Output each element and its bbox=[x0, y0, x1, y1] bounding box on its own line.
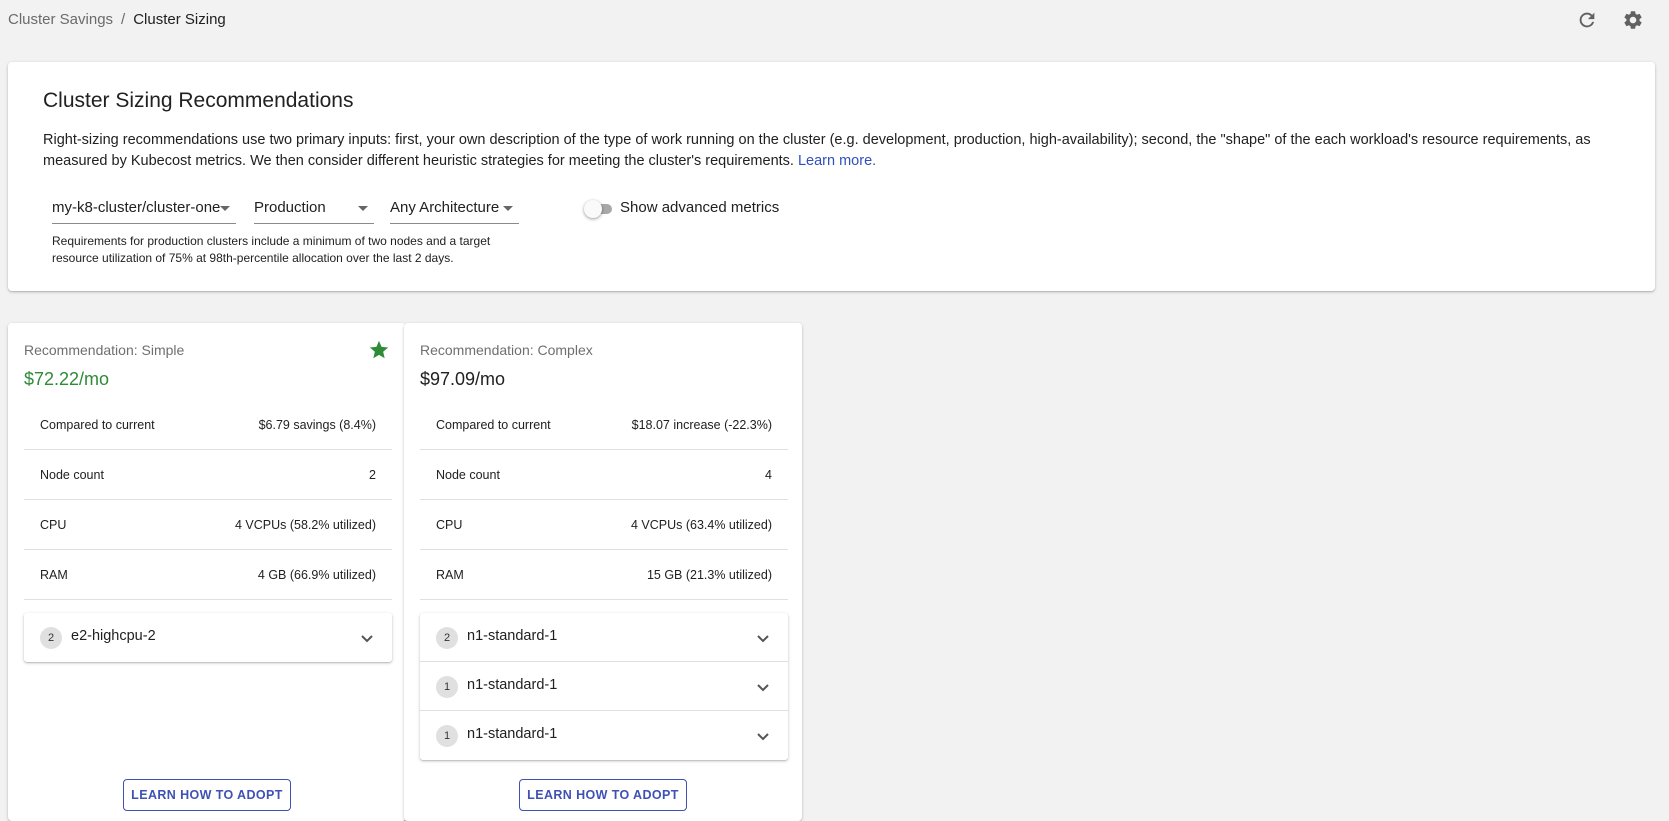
metric-label: CPU bbox=[40, 518, 67, 532]
metric-label: CPU bbox=[436, 518, 463, 532]
node-pool-list: 2 e2-highcpu-2 bbox=[24, 613, 392, 662]
metric-row-cpu: CPU 4 VCPUs (63.4% utilized) bbox=[420, 500, 788, 550]
metric-value: 4 VCPUs (58.2% utilized) bbox=[234, 518, 376, 532]
node-pool-row[interactable]: 1 n1-standard-1 bbox=[420, 711, 788, 760]
architecture-select-value: Any Architecture bbox=[390, 199, 500, 216]
cluster-select[interactable]: my-k8-cluster/cluster-one bbox=[52, 192, 236, 224]
page-title: Cluster Sizing Recommendations bbox=[43, 89, 354, 112]
metric-value: 4 GB (66.9% utilized) bbox=[257, 568, 376, 582]
metric-label: Node count bbox=[436, 468, 500, 482]
metric-value: $18.07 increase (-22.3%) bbox=[631, 418, 772, 432]
recommendation-price: $97.09/mo bbox=[420, 369, 506, 389]
breadcrumb-cluster-savings[interactable]: Cluster Savings bbox=[8, 11, 113, 28]
node-pool-row[interactable]: 1 n1-standard-1 bbox=[420, 662, 788, 711]
metric-value: 4 VCPUs (63.4% utilized) bbox=[630, 518, 772, 532]
learn-how-to-adopt-button[interactable]: LEARN HOW TO ADOPT bbox=[123, 779, 291, 811]
metric-value: 2 bbox=[369, 468, 376, 482]
metric-label: RAM bbox=[40, 568, 68, 582]
chevron-down-icon[interactable] bbox=[754, 727, 772, 745]
metric-label: Node count bbox=[40, 468, 104, 482]
description: Right-sizing recommendations use two pri… bbox=[43, 130, 1633, 172]
recommendation-title: Recommendation: Complex bbox=[420, 342, 593, 358]
metric-row-node-count: Node count 2 bbox=[24, 450, 392, 500]
profile-select[interactable]: Production bbox=[254, 192, 374, 224]
advanced-metrics-toggle[interactable] bbox=[584, 199, 614, 219]
learn-how-to-adopt-button[interactable]: LEARN HOW TO ADOPT bbox=[519, 779, 687, 811]
dropdown-arrow-icon bbox=[220, 206, 230, 211]
node-type-name: n1-standard-1 bbox=[467, 677, 558, 693]
metrics-list: Compared to current $18.07 increase (-22… bbox=[420, 400, 788, 600]
profile-helper-text: Requirements for production clusters inc… bbox=[52, 234, 491, 265]
metric-row-ram: RAM 4 GB (66.9% utilized) bbox=[24, 550, 392, 600]
metric-row-ram: RAM 15 GB (21.3% utilized) bbox=[420, 550, 788, 600]
chevron-down-icon[interactable] bbox=[754, 678, 772, 696]
metric-label: RAM bbox=[436, 568, 464, 582]
node-count-badge: 1 bbox=[436, 725, 458, 747]
gear-icon[interactable] bbox=[1622, 9, 1644, 31]
recommendation-card-simple: Recommendation: Simple $72.22/mo Compare… bbox=[8, 323, 406, 821]
top-bar: Cluster Savings / Cluster Sizing bbox=[0, 0, 1669, 40]
node-type-name: e2-highcpu-2 bbox=[71, 628, 156, 644]
sizing-header-card: Cluster Sizing Recommendations Right-siz… bbox=[8, 62, 1655, 291]
node-count-badge: 2 bbox=[40, 627, 62, 649]
star-icon bbox=[368, 339, 390, 361]
learn-more-link[interactable]: Learn more. bbox=[798, 153, 876, 169]
node-count-badge: 2 bbox=[436, 627, 458, 649]
metric-row-compared: Compared to current $6.79 savings (8.4%) bbox=[24, 400, 392, 450]
dropdown-arrow-icon bbox=[358, 206, 368, 211]
metric-row-cpu: CPU 4 VCPUs (58.2% utilized) bbox=[24, 500, 392, 550]
cluster-select-value: my-k8-cluster/cluster-one bbox=[52, 199, 221, 216]
refresh-icon[interactable] bbox=[1576, 9, 1598, 31]
metric-row-node-count: Node count 4 bbox=[420, 450, 788, 500]
toggle-thumb bbox=[584, 200, 602, 218]
recommendation-card-complex: Recommendation: Complex $97.09/mo Compar… bbox=[404, 323, 802, 821]
metric-label: Compared to current bbox=[40, 418, 155, 432]
advanced-metrics-label: Show advanced metrics bbox=[620, 199, 780, 216]
metric-value: 15 GB (21.3% utilized) bbox=[646, 568, 772, 582]
breadcrumb: Cluster Savings / Cluster Sizing bbox=[8, 11, 226, 28]
recommendation-title: Recommendation: Simple bbox=[24, 342, 185, 358]
node-type-name: n1-standard-1 bbox=[467, 628, 558, 644]
chevron-down-icon[interactable] bbox=[754, 629, 772, 647]
architecture-select[interactable]: Any Architecture bbox=[390, 192, 519, 224]
node-type-name: n1-standard-1 bbox=[467, 726, 558, 742]
dropdown-arrow-icon bbox=[503, 206, 513, 211]
profile-select-value: Production bbox=[254, 199, 326, 216]
metrics-list: Compared to current $6.79 savings (8.4%)… bbox=[24, 400, 392, 600]
recommendation-price: $72.22/mo bbox=[24, 369, 110, 389]
node-pool-row[interactable]: 2 n1-standard-1 bbox=[420, 613, 788, 662]
node-count-badge: 1 bbox=[436, 676, 458, 698]
metric-value: 4 bbox=[765, 468, 772, 482]
metric-row-compared: Compared to current $18.07 increase (-22… bbox=[420, 400, 788, 450]
metric-label: Compared to current bbox=[436, 418, 551, 432]
node-pool-list: 2 n1-standard-1 1 n1-standard-1 1 n1-sta… bbox=[420, 613, 788, 760]
node-pool-row[interactable]: 2 e2-highcpu-2 bbox=[24, 613, 392, 662]
chevron-down-icon[interactable] bbox=[358, 629, 376, 647]
breadcrumb-separator: / bbox=[121, 11, 126, 28]
breadcrumb-current: Cluster Sizing bbox=[133, 11, 226, 28]
metric-value: $6.79 savings (8.4%) bbox=[258, 418, 376, 432]
